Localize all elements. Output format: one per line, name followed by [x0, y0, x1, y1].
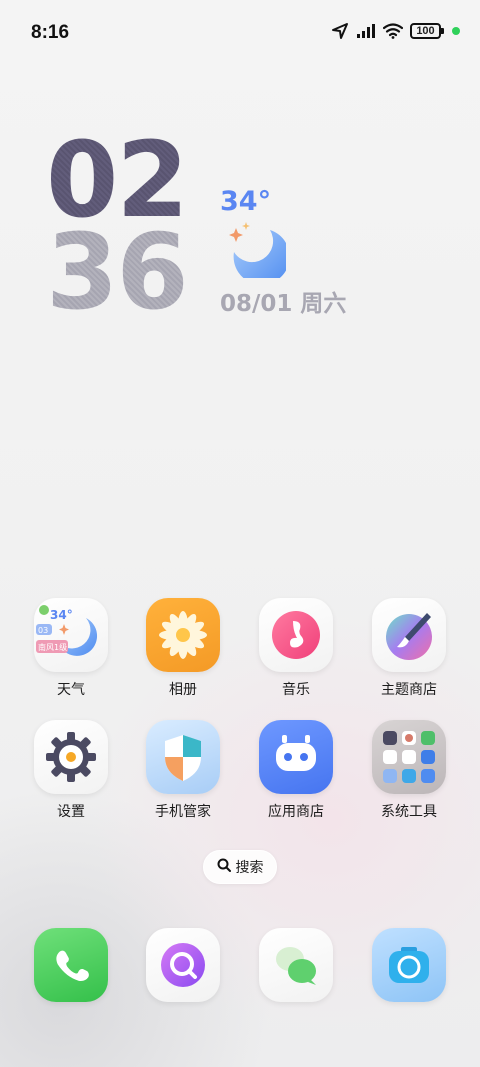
clock-widget[interactable]: 02 36 34° 08/01 周六 [46, 128, 386, 324]
app-store[interactable]: 应用商店 [251, 720, 341, 821]
svg-text:南风1级: 南风1级 [38, 642, 67, 652]
svg-text:34°: 34° [50, 608, 73, 622]
app-label: 设置 [57, 804, 85, 820]
location-icon [331, 22, 349, 40]
shield-icon [146, 720, 220, 794]
status-time: 8:16 [31, 22, 70, 43]
status-icons: 100 [331, 22, 460, 40]
search-icon [217, 858, 231, 876]
dock-browser[interactable] [138, 928, 228, 1002]
dock-phone[interactable] [26, 928, 116, 1002]
svg-text:03: 03 [38, 626, 48, 635]
clock-minutes: 36 [46, 211, 189, 333]
search-button[interactable]: 搜索 [203, 850, 277, 884]
gallery-flower-icon [146, 598, 220, 672]
wifi-icon [383, 23, 403, 39]
music-note-icon [259, 598, 333, 672]
camera-icon [372, 928, 446, 1002]
app-phone-manager[interactable]: 手机管家 [138, 720, 228, 821]
tools-folder-icon [372, 720, 446, 794]
browser-search-icon [146, 928, 220, 1002]
app-label: 相册 [169, 682, 197, 698]
battery-icon: 100 [410, 23, 444, 39]
app-label: 主题商店 [381, 682, 437, 698]
app-label: 音乐 [282, 682, 310, 698]
date-text: 08/01 周六 [220, 291, 347, 317]
app-weather[interactable]: 34° 03 南风1级 天气 [26, 598, 116, 699]
app-music[interactable]: 音乐 [251, 598, 341, 699]
weather-icon: 34° 03 南风1级 [34, 598, 108, 672]
theme-brush-icon [372, 598, 446, 672]
phone-icon [34, 928, 108, 1002]
gear-icon [34, 720, 108, 794]
moon-icon [224, 220, 290, 285]
app-label: 手机管家 [155, 804, 211, 820]
app-settings[interactable]: 设置 [26, 720, 116, 821]
weather-temperature: 34° [220, 186, 272, 217]
message-bubbles-icon [259, 928, 333, 1002]
app-store-robot-icon [259, 720, 333, 794]
app-label: 系统工具 [381, 804, 437, 820]
dock-camera[interactable] [364, 928, 454, 1002]
app-label: 应用商店 [268, 804, 324, 820]
signal-icon [356, 23, 376, 39]
app-system-tools[interactable]: 系统工具 [364, 720, 454, 821]
app-label: 天气 [57, 682, 85, 698]
search-label: 搜索 [235, 860, 264, 876]
green-dot [452, 27, 460, 35]
app-theme-store[interactable]: 主题商店 [364, 598, 454, 699]
status-bar: 8:16 100 [0, 0, 480, 68]
dock-messages[interactable] [251, 928, 341, 1002]
app-gallery[interactable]: 相册 [138, 598, 228, 699]
